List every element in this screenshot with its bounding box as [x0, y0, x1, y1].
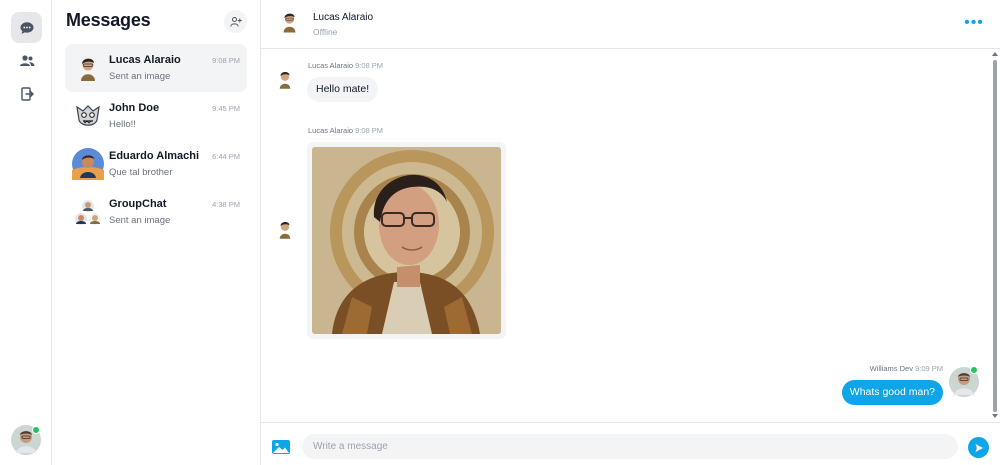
- message-meta: Lucas Alaraio 9:08 PM: [308, 126, 383, 135]
- send-button[interactable]: [968, 437, 989, 458]
- online-status-dot: [32, 426, 40, 434]
- avatar: [72, 148, 104, 180]
- sender-avatar: [273, 67, 297, 91]
- group-avatar: [75, 200, 101, 225]
- chat-contact-status: Offline: [313, 27, 338, 37]
- more-options-button[interactable]: •••: [963, 14, 985, 32]
- sender-avatar: [273, 217, 297, 241]
- add-user-button[interactable]: [224, 10, 247, 33]
- message-meta: Williams Dev 9:09 PM: [870, 364, 943, 373]
- conversation-item-lucas[interactable]: Lucas Alaraio Sent an image 9:08 PM: [65, 44, 247, 92]
- send-icon: [975, 443, 983, 452]
- conversation-time: 4:38 PM: [212, 200, 240, 209]
- chat-header: Lucas Alaraio Offline •••: [261, 0, 1000, 49]
- nav-logout-button[interactable]: [11, 78, 42, 109]
- message-time: 9:08 PM: [355, 61, 384, 70]
- conversation-time: 6:44 PM: [212, 152, 240, 161]
- image-icon[interactable]: [271, 439, 291, 455]
- message-time: 9:09 PM: [915, 364, 943, 373]
- message-bubble-outgoing: Whats good man?: [841, 380, 943, 405]
- conversation-time: 9:45 PM: [212, 104, 240, 113]
- avatar: [72, 52, 104, 84]
- conversation-preview: Sent an image: [109, 215, 171, 226]
- chat-panel: Lucas Alaraio Offline ••• Lucas Alaraio …: [261, 0, 1000, 465]
- conversation-name: John Doe: [109, 102, 160, 114]
- nav-rail: [0, 0, 52, 465]
- message-meta: Lucas Alaraio 9:08 PM: [308, 61, 383, 70]
- sender-avatar-wrap: [949, 366, 979, 397]
- conversation-name: Lucas Alaraio: [109, 54, 181, 66]
- message-sender: Lucas Alaraio: [308, 126, 354, 135]
- conversation-preview: Hello!!: [109, 119, 136, 130]
- chat-contact-name: Lucas Alaraio: [313, 12, 374, 23]
- avatar[interactable]: [276, 8, 303, 35]
- message-sender: Lucas Alaraio: [308, 61, 354, 70]
- conversation-name: Eduardo Almachi: [109, 150, 200, 162]
- message-sender: Williams Dev: [869, 364, 913, 373]
- conversation-list: Messages Lucas Alaraio Sent an image 9:0…: [52, 0, 261, 465]
- add-user-icon: [229, 16, 242, 27]
- scroll-up-arrow-icon[interactable]: [992, 52, 998, 56]
- nav-users-button[interactable]: [11, 45, 42, 76]
- conversations-title: Messages: [66, 10, 151, 30]
- logout-icon: [20, 86, 34, 101]
- portrait-image: [312, 147, 501, 334]
- online-status-dot: [970, 366, 978, 374]
- more-dots-icon: •••: [964, 14, 984, 31]
- conversation-item-eduardo[interactable]: Eduardo Almachi Que tal brother 6:44 PM: [65, 140, 247, 188]
- users-icon: [19, 54, 34, 66]
- chat-bubble-icon: [20, 21, 33, 34]
- message-composer: [261, 422, 1000, 465]
- message-input[interactable]: [302, 434, 958, 459]
- scroll-down-arrow-icon[interactable]: [992, 414, 998, 418]
- message-image[interactable]: [307, 142, 506, 339]
- conversation-preview: Que tal brother: [109, 167, 173, 178]
- scroll-thumb[interactable]: [993, 60, 997, 412]
- message-time: 9:08 PM: [355, 126, 384, 135]
- conversation-preview: Sent an image: [109, 71, 171, 82]
- conversation-time: 9:08 PM: [212, 56, 240, 65]
- conversation-item-groupchat[interactable]: GroupChat Sent an image 4:38 PM: [65, 188, 247, 236]
- message-bubble-incoming: Hello mate!: [307, 77, 379, 102]
- avatar: [72, 100, 104, 132]
- current-user-avatar[interactable]: [11, 425, 41, 455]
- nav-chats-button[interactable]: [11, 12, 42, 43]
- chat-scrollbar[interactable]: [990, 50, 1000, 422]
- conversation-name: GroupChat: [109, 198, 167, 210]
- conversation-item-john[interactable]: John Doe Hello!! 9:45 PM: [65, 92, 247, 140]
